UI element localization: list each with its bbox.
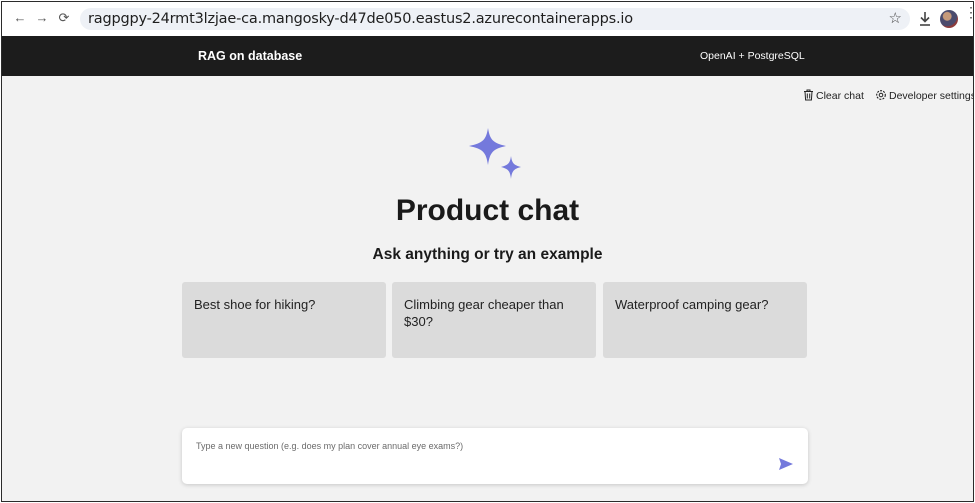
page-title: Product chat	[395, 194, 580, 227]
page-subtitle: Ask anything or try an example	[372, 246, 603, 263]
developer-settings-button[interactable]: Developer settings	[875, 88, 974, 104]
app-title[interactable]: RAG on database	[198, 36, 302, 76]
example-text: Waterproof camping gear?	[615, 297, 769, 312]
profile-avatar[interactable]	[940, 10, 958, 28]
app-subtitle: OpenAI + PostgreSQL	[700, 50, 805, 62]
question-input[interactable]	[196, 438, 756, 454]
download-icon[interactable]	[918, 11, 932, 27]
clear-chat-button[interactable]: Clear chat	[803, 88, 864, 104]
address-bar[interactable]: ragpgpy-24rmt3lzjae-ca.mangosky-d47de050…	[80, 8, 910, 30]
back-icon[interactable]: ←	[12, 10, 28, 26]
example-card-3[interactable]: Waterproof camping gear?	[603, 282, 807, 358]
example-card-1[interactable]: Best shoe for hiking?	[182, 282, 386, 358]
browser-menu-icon[interactable]: ⋮	[964, 5, 973, 19]
reload-icon[interactable]: ⟳	[56, 10, 72, 26]
send-icon[interactable]	[778, 456, 794, 472]
sparkle-icon	[469, 128, 521, 179]
url-text[interactable]: ragpgpy-24rmt3lzjae-ca.mangosky-d47de050…	[88, 8, 633, 30]
clear-chat-label: Clear chat	[816, 90, 864, 102]
browser-toolbar: ← → ⟳ ragpgpy-24rmt3lzjae-ca.mangosky-d4…	[2, 2, 973, 37]
example-text: Climbing gear cheaper than $30?	[404, 297, 564, 329]
forward-icon[interactable]: →	[34, 10, 50, 26]
developer-settings-label: Developer settings	[889, 90, 974, 102]
trash-icon	[804, 89, 813, 101]
app-window: ← → ⟳ ragpgpy-24rmt3lzjae-ca.mangosky-d4…	[1, 1, 974, 502]
question-box	[182, 428, 808, 484]
gear-icon	[876, 90, 886, 100]
example-card-2[interactable]: Climbing gear cheaper than $30?	[392, 282, 596, 358]
example-text: Best shoe for hiking?	[194, 297, 316, 312]
bookmark-star-icon[interactable]: ☆	[889, 10, 902, 28]
app-header: RAG on database OpenAI + PostgreSQL	[2, 36, 973, 76]
